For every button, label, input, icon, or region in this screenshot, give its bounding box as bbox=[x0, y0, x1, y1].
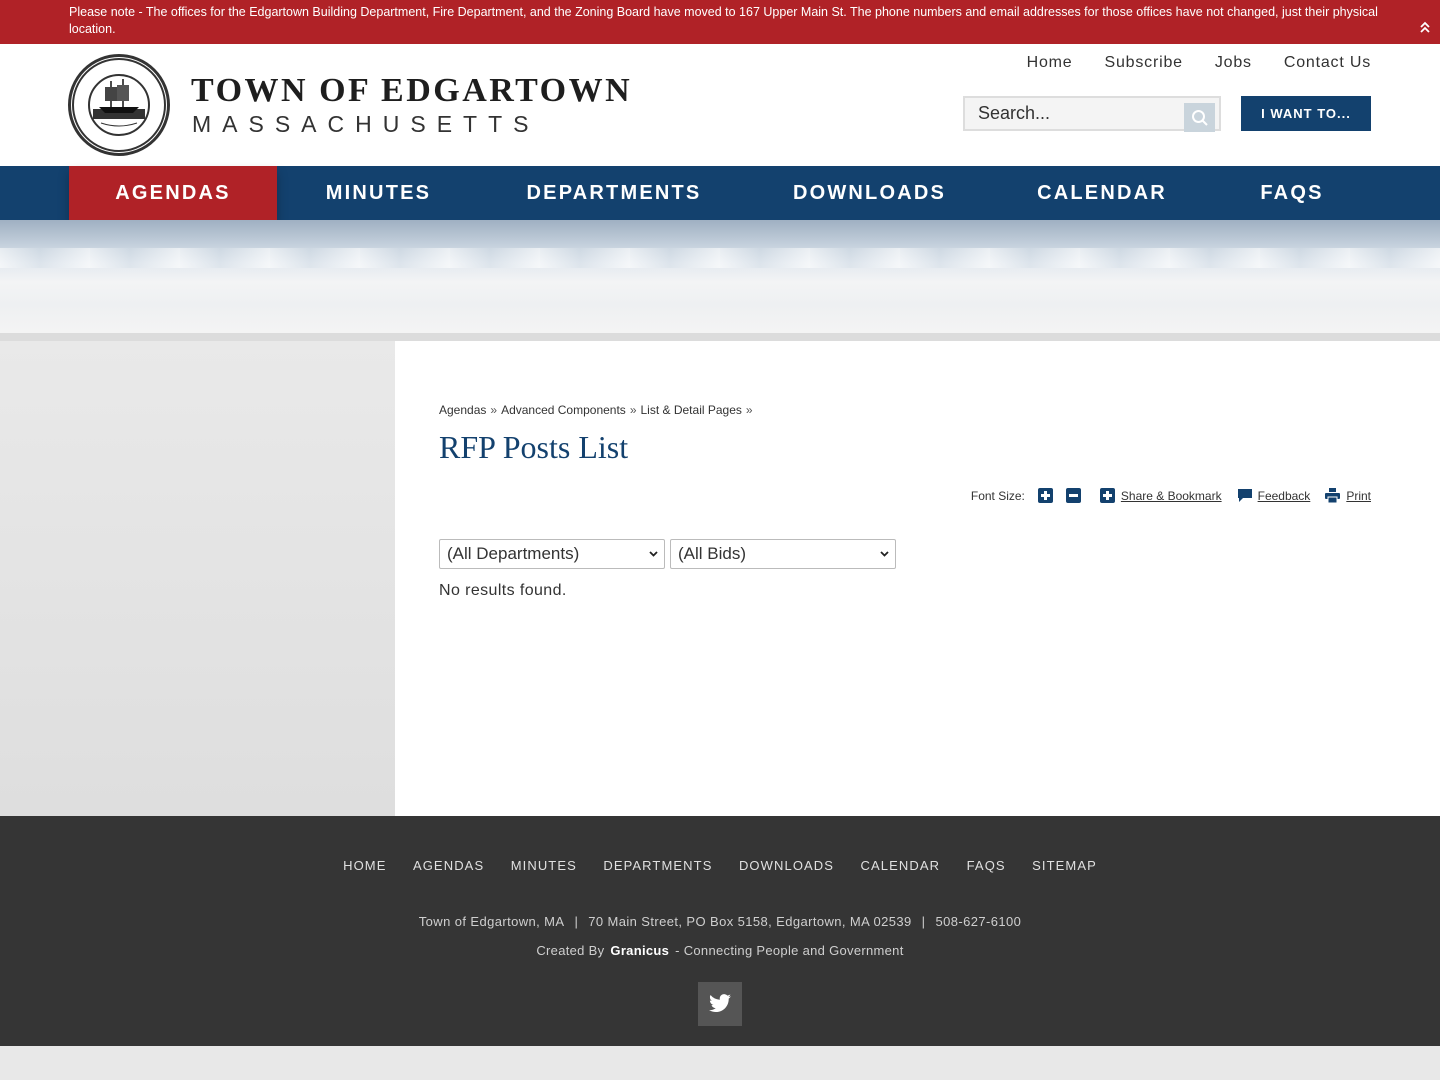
breadcrumb-link-advanced-components[interactable]: Advanced Components bbox=[501, 403, 626, 417]
search-icon bbox=[1192, 110, 1208, 126]
footer-town-name: Town of Edgartown, MA bbox=[418, 914, 565, 929]
nav-item-faqs[interactable]: FAQS bbox=[1213, 166, 1371, 220]
town-seal-logo[interactable] bbox=[68, 54, 170, 156]
footer-street: 70 Main Street, PO Box 5158, Edgartown, … bbox=[588, 914, 912, 929]
footer-link-departments[interactable]: DEPARTMENTS bbox=[603, 858, 712, 873]
page-bottom-strip bbox=[0, 1046, 1440, 1080]
search-input[interactable] bbox=[965, 98, 1181, 129]
department-select-value: (All Departments) bbox=[447, 544, 580, 563]
breadcrumb: Agendas» Advanced Components» List & Detai… bbox=[439, 403, 757, 417]
footer-link-agendas[interactable]: AGENDAS bbox=[413, 858, 484, 873]
twitter-button[interactable] bbox=[698, 982, 742, 1026]
filter-bar: (All Departments) (All Bids) bbox=[439, 539, 896, 569]
font-increase-icon[interactable] bbox=[1037, 488, 1053, 503]
alert-banner: Please note - The offices for the Edgart… bbox=[0, 0, 1440, 44]
footer-link-calendar[interactable]: CALENDAR bbox=[861, 858, 941, 873]
breadcrumb-separator: » bbox=[745, 403, 753, 417]
nav-item-calendar[interactable]: CALENDAR bbox=[991, 166, 1213, 220]
credit-suffix: - Connecting People and Government bbox=[675, 943, 904, 958]
i-want-to-button[interactable]: I WANT TO... bbox=[1241, 96, 1371, 131]
comment-icon bbox=[1237, 488, 1252, 503]
credit-brand-link[interactable]: Granicus bbox=[610, 943, 669, 958]
banner-waves bbox=[0, 248, 1440, 268]
font-size-label: Font Size: bbox=[970, 488, 1025, 503]
site-subtitle: MASSACHUSETTS bbox=[192, 111, 540, 137]
breadcrumb-link-list-detail-pages[interactable]: List & Detail Pages bbox=[641, 403, 742, 417]
footer-credit: Created By Granicus - Connecting People an… bbox=[0, 943, 1440, 958]
breadcrumb-separator: » bbox=[490, 403, 498, 417]
nav-item-downloads[interactable]: DOWNLOADS bbox=[748, 166, 991, 220]
footer-link-minutes[interactable]: MINUTES bbox=[511, 858, 577, 873]
breadcrumb-link-agendas[interactable]: Agendas bbox=[439, 403, 486, 417]
main-content: Agendas» Advanced Components» List & Detai… bbox=[395, 341, 1440, 816]
nav-item-agendas[interactable]: AGENDAS bbox=[69, 166, 277, 220]
chevron-down-icon bbox=[649, 551, 658, 557]
util-link-home[interactable]: Home bbox=[1027, 54, 1073, 72]
plus-square-icon bbox=[1099, 488, 1115, 503]
chevron-double-up-icon[interactable] bbox=[1418, 20, 1432, 34]
footer-phone[interactable]: 508-627-6100 bbox=[935, 914, 1021, 929]
footer-link-downloads[interactable]: DOWNLOADS bbox=[739, 858, 834, 873]
share-bookmark-link[interactable]: Share & Bookmark bbox=[1099, 488, 1222, 503]
search-button[interactable] bbox=[1184, 103, 1215, 132]
bids-select[interactable]: (All Bids) bbox=[670, 539, 896, 569]
footer-link-faqs[interactable]: FAQS bbox=[967, 858, 1006, 873]
empty-results-message: No results found. bbox=[439, 582, 567, 599]
footer-address: Town of Edgartown, MA | 70 Main Street, PO… bbox=[418, 914, 1022, 929]
print-label: Print bbox=[1346, 488, 1371, 503]
footer-nav: HOME AGENDAS MINUTES DEPARTMENTS DOWNLOA… bbox=[0, 857, 1440, 875]
breadcrumb-separator: » bbox=[629, 403, 637, 417]
printer-icon bbox=[1325, 488, 1341, 504]
footer-link-home[interactable]: HOME bbox=[343, 858, 386, 873]
util-link-subscribe[interactable]: Subscribe bbox=[1105, 54, 1183, 72]
utility-nav: Home Subscribe Jobs Contact Us bbox=[1027, 54, 1371, 72]
alert-text: Please note - The offices for the Edgart… bbox=[69, 5, 1378, 36]
share-bookmark-label: Share & Bookmark bbox=[1120, 488, 1222, 503]
site-header: TOWN OF EDGARTOWN MASSACHUSETTS Home Sub… bbox=[0, 44, 1440, 166]
bids-select-value: (All Bids) bbox=[678, 544, 747, 563]
feedback-label: Feedback bbox=[1257, 488, 1311, 503]
feedback-link[interactable]: Feedback bbox=[1237, 488, 1311, 503]
nav-item-departments[interactable]: DEPARTMENTS bbox=[480, 166, 748, 220]
footer-link-sitemap[interactable]: SITEMAP bbox=[1032, 858, 1097, 873]
left-sidebar bbox=[0, 341, 395, 816]
department-select[interactable]: (All Departments) bbox=[439, 539, 665, 569]
site-title[interactable]: TOWN OF EDGARTOWN bbox=[191, 72, 632, 110]
print-link[interactable]: Print bbox=[1325, 488, 1371, 504]
util-link-contact-us[interactable]: Contact Us bbox=[1284, 54, 1371, 72]
credit-prefix: Created By bbox=[536, 943, 605, 958]
hero-banner-image bbox=[0, 220, 1440, 333]
site-footer: HOME AGENDAS MINUTES DEPARTMENTS DOWNLOA… bbox=[0, 816, 1440, 1046]
main-nav: AGENDAS MINUTES DEPARTMENTS DOWNLOADS CA… bbox=[0, 166, 1440, 220]
page-tools: Font Size: Share & Bookmark Feedback Pri… bbox=[970, 488, 1371, 504]
nav-item-minutes[interactable]: MINUTES bbox=[277, 166, 480, 220]
page-title: RFP Posts List bbox=[439, 429, 629, 465]
banner-divider bbox=[0, 333, 1440, 341]
twitter-icon bbox=[709, 994, 731, 1013]
util-link-jobs[interactable]: Jobs bbox=[1215, 54, 1252, 72]
search-box bbox=[963, 96, 1221, 132]
chevron-down-icon bbox=[880, 551, 889, 557]
font-decrease-icon[interactable] bbox=[1065, 488, 1081, 503]
